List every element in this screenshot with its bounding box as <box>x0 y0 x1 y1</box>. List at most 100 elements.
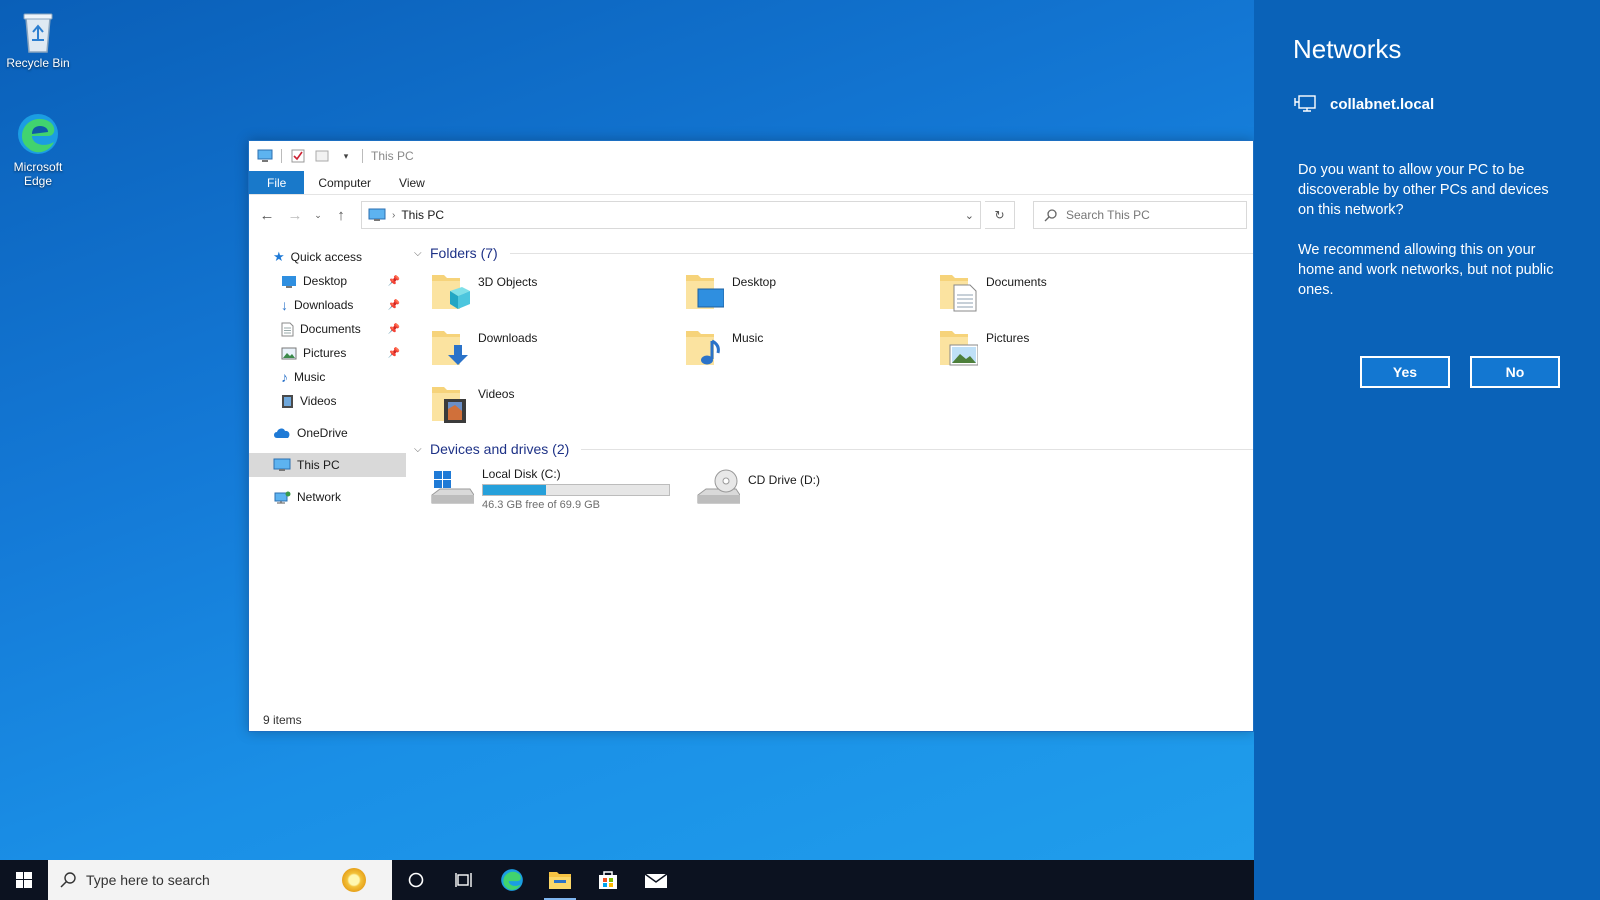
nav-item-quick-access[interactable]: ★ Quick access <box>249 245 406 269</box>
star-icon: ★ <box>273 249 285 264</box>
chevron-down-icon: ⌵ <box>414 443 422 455</box>
nav-item-desktop[interactable]: Desktop 📌 <box>249 269 406 293</box>
3d-objects-folder-icon <box>432 275 470 309</box>
documents-folder-icon <box>940 275 977 312</box>
forward-button[interactable]: → <box>283 203 307 227</box>
mail-icon <box>644 873 668 888</box>
drive-local-disk-c[interactable]: Local Disk (C:) 46.3 GB free of 69.9 GB <box>430 465 684 511</box>
nav-item-downloads[interactable]: ↓ Downloads 📌 <box>249 293 406 317</box>
nav-item-pictures[interactable]: Pictures 📌 <box>249 341 406 365</box>
nav-item-videos[interactable]: Videos <box>249 389 406 413</box>
up-button[interactable]: ↑ <box>329 203 353 227</box>
store-bag-icon <box>599 871 617 889</box>
search-icon <box>1044 209 1057 222</box>
folders-group-header[interactable]: ⌵ Folders (7) <box>414 241 1253 265</box>
cortana-circle-icon <box>408 872 424 888</box>
network-name: collabnet.local <box>1330 95 1435 113</box>
nav-item-label: Desktop <box>303 274 348 288</box>
yes-button[interactable]: Yes <box>1360 356 1450 388</box>
network-entry[interactable]: collabnet.local <box>1294 94 1434 114</box>
navigation-bar: ← → ⌄ ↑ › This PC ⌄ ↻ Search This PC <box>249 195 1253 235</box>
drive-label: Local Disk (C:) <box>482 467 561 481</box>
windows-logo-icon <box>16 872 32 888</box>
drive-free-space: 46.3 GB free of 69.9 GB <box>482 499 601 511</box>
ribbon-tabs: File Computer View <box>249 171 1253 195</box>
folder-label: Documents <box>986 275 1047 289</box>
nav-item-network[interactable]: Network <box>249 485 406 509</box>
task-view-icon <box>455 873 472 887</box>
chevron-down-icon: ⌄ <box>314 209 322 220</box>
nav-item-documents[interactable]: Documents 📌 <box>249 317 406 341</box>
folder-label: Videos <box>478 387 515 401</box>
recent-locations-button[interactable]: ⌄ <box>311 203 325 227</box>
chevron-down-icon[interactable]: ⌄ <box>965 209 974 222</box>
chevron-down-icon[interactable]: ▾ <box>338 148 354 164</box>
new-folder-icon[interactable] <box>314 148 330 164</box>
drive-usage-bar <box>482 484 670 496</box>
taskbar-search-input[interactable]: Type here to search <box>48 860 392 900</box>
desktop-icon-recycle-bin[interactable]: Recycle Bin <box>4 8 72 70</box>
breadcrumb-separator: › <box>392 209 396 221</box>
discoverable-question: Do you want to allow your PC to be disco… <box>1298 162 1549 218</box>
folder-documents[interactable]: Documents <box>938 269 1192 317</box>
computer-icon <box>273 458 291 471</box>
nav-item-this-pc[interactable]: This PC <box>249 453 406 477</box>
nav-item-onedrive[interactable]: OneDrive <box>249 421 406 445</box>
arrow-right-icon: → <box>287 206 303 224</box>
navigation-pane: ★ Quick access Desktop 📌 ↓ Downloads 📌 D… <box>249 235 406 707</box>
folder-pictures[interactable]: Pictures <box>938 325 1192 373</box>
drive-label: CD Drive (D:) <box>748 473 820 487</box>
refresh-icon: ↻ <box>994 208 1005 222</box>
taskbar-file-explorer-button[interactable] <box>536 860 584 900</box>
tab-view[interactable]: View <box>385 171 439 194</box>
folder-label: Desktop <box>732 275 777 289</box>
drive-cd-d[interactable]: CD Drive (D:) <box>696 465 820 511</box>
pin-icon: 📌 <box>387 347 400 359</box>
arrow-up-icon: ↑ <box>337 206 345 224</box>
folder-downloads[interactable]: Downloads <box>430 325 684 373</box>
task-view-button[interactable] <box>440 860 488 900</box>
refresh-button[interactable]: ↻ <box>985 201 1015 229</box>
cortana-button[interactable] <box>392 860 440 900</box>
nav-item-label: Pictures <box>303 346 347 360</box>
taskbar-edge-button[interactable] <box>488 860 536 900</box>
taskbar-mail-button[interactable] <box>632 860 680 900</box>
nav-item-label: This PC <box>297 458 340 472</box>
nav-item-music[interactable]: ♪ Music <box>249 365 406 389</box>
chevron-down-icon: ⌵ <box>414 247 422 259</box>
picture-icon <box>281 347 297 359</box>
start-button[interactable] <box>0 860 48 900</box>
search-input[interactable]: Search This PC <box>1033 201 1247 229</box>
no-button[interactable]: No <box>1470 356 1560 388</box>
pin-icon: 📌 <box>387 323 400 335</box>
drives-group-header[interactable]: ⌵ Devices and drives (2) <box>414 437 1253 461</box>
desktop-icon-edge[interactable]: Microsoft Edge <box>4 110 72 188</box>
music-folder-icon <box>686 331 720 365</box>
search-placeholder: Search This PC <box>1066 208 1150 222</box>
tab-computer[interactable]: Computer <box>304 171 385 194</box>
desktop-icon <box>282 275 296 288</box>
cloud-icon <box>274 428 290 438</box>
search-placeholder: Type here to search <box>86 872 210 888</box>
music-note-icon: ♪ <box>281 369 288 385</box>
search-highlight-icon <box>342 868 366 892</box>
status-bar: 9 items <box>263 713 302 727</box>
folder-3d-objects[interactable]: 3D Objects <box>430 269 684 317</box>
folder-music[interactable]: Music <box>684 325 938 373</box>
properties-icon[interactable] <box>290 148 306 164</box>
computer-icon <box>257 148 273 164</box>
taskbar-store-button[interactable] <box>584 860 632 900</box>
tab-file[interactable]: File <box>249 171 305 194</box>
folder-desktop[interactable]: Desktop <box>684 269 938 317</box>
downloads-folder-icon <box>432 331 468 365</box>
network-icon <box>274 491 291 504</box>
breadcrumb[interactable]: This PC <box>401 208 958 222</box>
file-explorer-icon <box>549 872 571 889</box>
back-button[interactable]: ← <box>255 203 279 227</box>
document-icon <box>281 322 294 336</box>
folder-videos[interactable]: Videos <box>430 381 684 429</box>
folder-label: Downloads <box>478 331 538 345</box>
arrow-left-icon: ← <box>259 206 275 224</box>
edge-icon <box>501 869 523 891</box>
address-bar[interactable]: › This PC ⌄ <box>361 201 981 229</box>
